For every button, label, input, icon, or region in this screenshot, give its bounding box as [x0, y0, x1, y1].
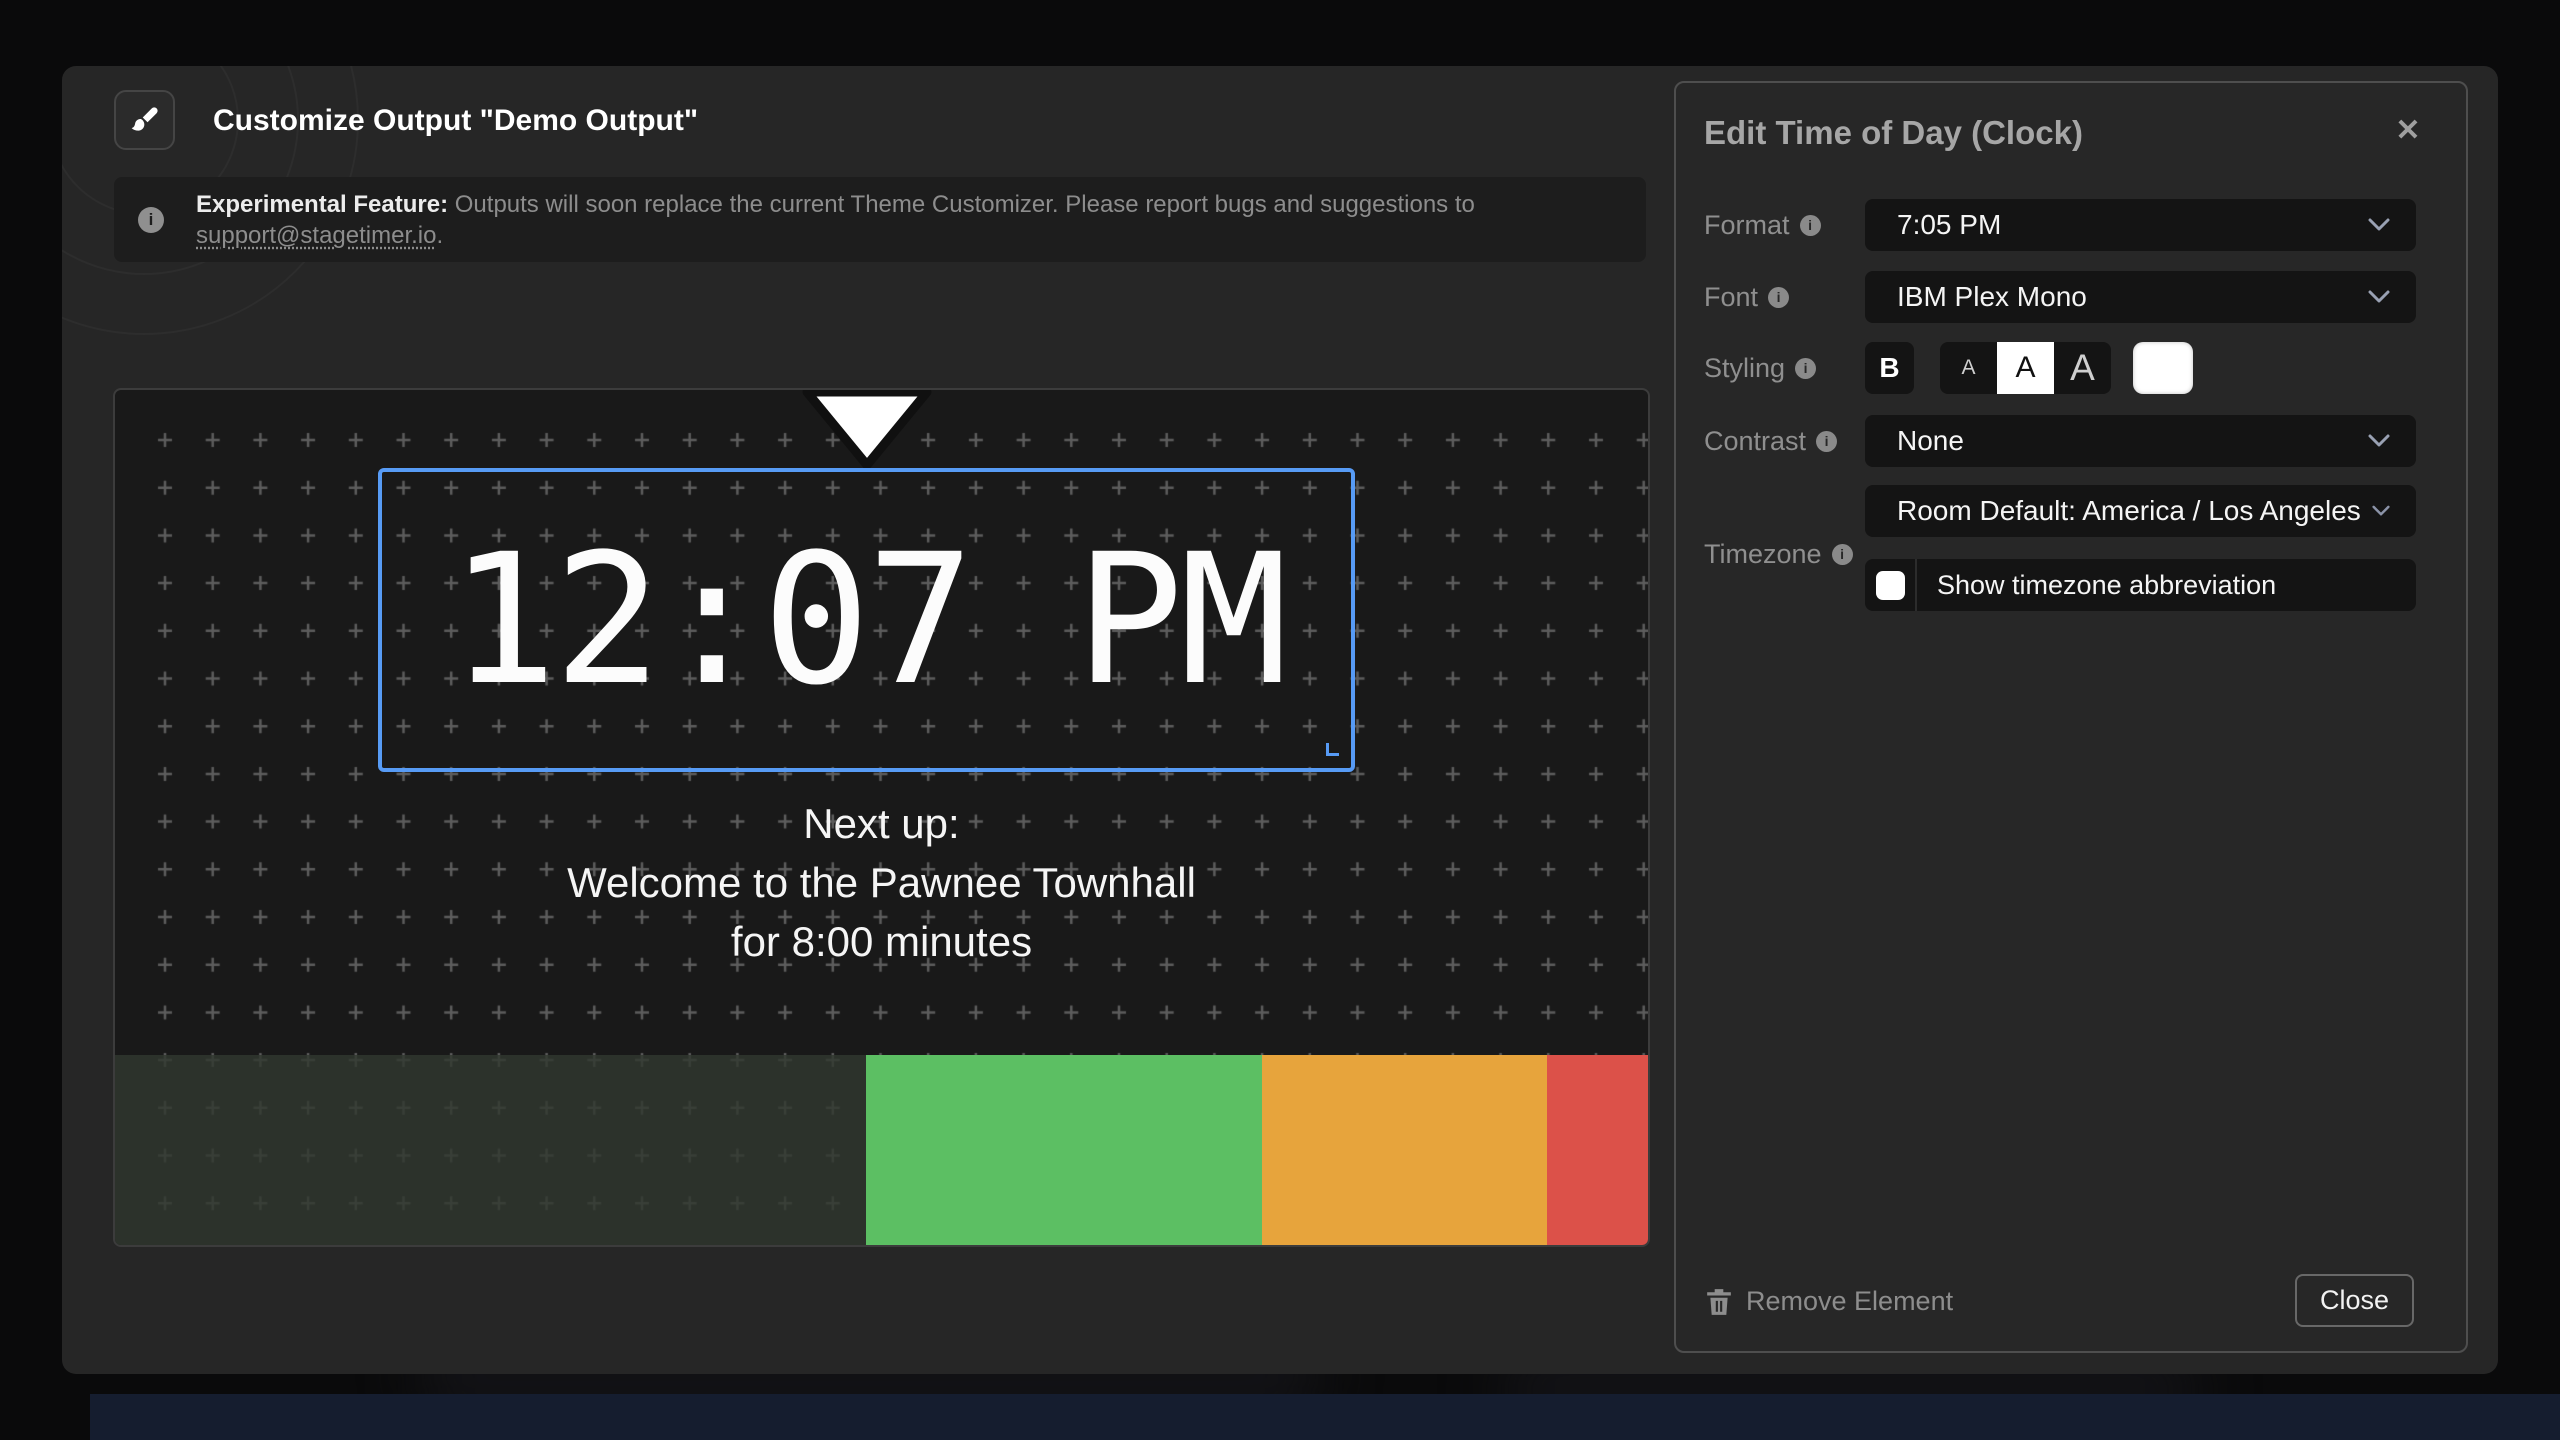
timezone-select[interactable]: Room Default: America / Los Angeles	[1865, 485, 2416, 537]
notice-suffix: .	[436, 222, 443, 249]
experimental-notice: i Experimental Feature: Outputs will soo…	[114, 177, 1646, 262]
close-icon[interactable]: ✕	[2386, 113, 2430, 153]
bold-toggle-button[interactable]: B	[1865, 342, 1914, 394]
format-label-text: Format	[1704, 210, 1790, 241]
chevron-down-icon	[2368, 434, 2390, 448]
font-select[interactable]: IBM Plex Mono	[1865, 271, 2416, 323]
output-preview: 12:07 PM Next up: Welcome to the Pawnee …	[113, 388, 1650, 1247]
next-up-line: Next up:	[115, 794, 1648, 853]
styling-label-text: Styling	[1704, 353, 1785, 384]
remove-element-button[interactable]: Remove Element	[1706, 1275, 1953, 1328]
edit-clock-panel: Edit Time of Day (Clock) ✕ Format i 7:05…	[1674, 81, 2468, 1353]
progress-bar	[115, 1055, 1648, 1245]
size-medium-button[interactable]: A	[1997, 342, 2054, 394]
progress-segment-orange	[1262, 1055, 1547, 1245]
timezone-value: Room Default: America / Los Angeles	[1897, 495, 2372, 527]
size-large-button[interactable]: A	[2054, 342, 2111, 394]
checkbox-label: Show timezone abbreviation	[1937, 570, 2276, 601]
text-color-swatch[interactable]	[2133, 342, 2193, 394]
clock-display: 12:07 PM	[449, 516, 1284, 725]
remove-element-label: Remove Element	[1746, 1286, 1953, 1317]
contrast-select[interactable]: None	[1865, 415, 2416, 467]
panel-title: Edit Time of Day (Clock)	[1704, 114, 2083, 152]
info-icon: i	[138, 207, 164, 233]
paintbrush-icon	[114, 90, 175, 150]
styling-label: Styling i	[1704, 342, 1816, 394]
clock-element-selection[interactable]: 12:07 PM	[378, 468, 1355, 772]
background-app-strip	[90, 1394, 2560, 1440]
resize-handle[interactable]	[1326, 743, 1339, 756]
show-timezone-checkbox-row[interactable]: Show timezone abbreviation	[1865, 559, 2416, 611]
progress-segment-elapsed	[115, 1055, 866, 1245]
info-icon[interactable]: i	[1800, 215, 1821, 236]
format-value: 7:05 PM	[1897, 209, 2368, 241]
size-small-button[interactable]: A	[1940, 342, 1997, 394]
format-select[interactable]: 7:05 PM	[1865, 199, 2416, 251]
timezone-label-text: Timezone	[1704, 539, 1822, 570]
info-icon[interactable]: i	[1832, 544, 1853, 565]
font-value: IBM Plex Mono	[1897, 281, 2368, 313]
contrast-label-text: Contrast	[1704, 426, 1806, 457]
support-email-link[interactable]: support@stagetimer.io	[196, 222, 436, 249]
next-up-line: for 8:00 minutes	[115, 912, 1648, 971]
info-icon[interactable]: i	[1768, 287, 1789, 308]
chevron-down-icon	[2368, 290, 2390, 304]
customize-output-dialog: Customize Output "Demo Output" i Experim…	[62, 66, 2498, 1374]
next-up-line: Welcome to the Pawnee Townhall	[115, 853, 1648, 912]
notice-bold: Experimental Feature:	[196, 191, 448, 218]
dialog-title: Customize Output "Demo Output"	[213, 104, 698, 138]
notice-body: Outputs will soon replace the current Th…	[448, 191, 1475, 218]
progress-segment-green	[866, 1055, 1262, 1245]
info-icon[interactable]: i	[1795, 358, 1816, 379]
chevron-down-icon	[2372, 505, 2390, 517]
contrast-value: None	[1897, 425, 2368, 457]
timezone-label: Timezone i	[1704, 528, 1853, 580]
playhead-marker[interactable]	[800, 388, 934, 471]
next-up-text: Next up: Welcome to the Pawnee Townhall …	[115, 794, 1648, 971]
font-size-segmented-control: A A A	[1940, 342, 2111, 394]
info-icon[interactable]: i	[1816, 431, 1837, 452]
timezone-abbreviation-checkbox[interactable]	[1876, 571, 1905, 600]
notice-text: Experimental Feature: Outputs will soon …	[196, 189, 1475, 251]
trash-icon	[1706, 1288, 1732, 1316]
contrast-label: Contrast i	[1704, 415, 1837, 467]
font-label: Font i	[1704, 271, 1789, 323]
close-button[interactable]: Close	[2295, 1274, 2414, 1327]
format-label: Format i	[1704, 199, 1821, 251]
chevron-down-icon	[2368, 218, 2390, 232]
checkbox-cell	[1865, 559, 1917, 611]
progress-segment-red	[1547, 1055, 1648, 1245]
font-label-text: Font	[1704, 282, 1758, 313]
